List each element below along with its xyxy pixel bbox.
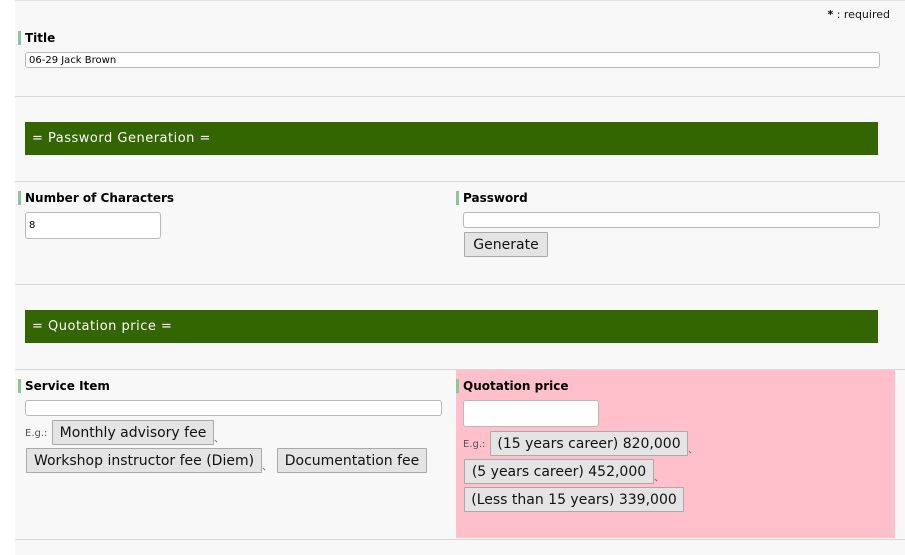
example-workshop-instructor-fee-button[interactable]: Workshop instructor fee (Diem) bbox=[26, 448, 262, 473]
separator: 、 bbox=[262, 462, 272, 473]
separator: 、 bbox=[214, 434, 224, 445]
number-of-characters-label: Number of Characters bbox=[18, 191, 174, 205]
divider bbox=[15, 284, 905, 285]
service-example-prefix: E.g.: bbox=[25, 428, 48, 439]
password-generation-heading: = Password Generation = bbox=[25, 122, 878, 155]
example-less-than-15-years-price-button[interactable]: (Less than 15 years) 339,000 bbox=[464, 487, 684, 512]
required-note: * : required bbox=[827, 8, 890, 21]
service-item-label: Service Item bbox=[18, 379, 110, 393]
example-monthly-advisory-fee-button[interactable]: Monthly advisory fee bbox=[52, 420, 214, 445]
example-documentation-fee-button[interactable]: Documentation fee bbox=[277, 448, 427, 473]
number-of-characters-input[interactable] bbox=[25, 212, 161, 239]
quotation-price-label: Quotation price bbox=[456, 379, 569, 393]
example-5-years-career-price-button[interactable]: (5 years career) 452,000 bbox=[464, 459, 654, 484]
required-star: * bbox=[827, 8, 834, 21]
password-label: Password bbox=[456, 191, 528, 205]
separator: 、 bbox=[688, 445, 698, 456]
password-input[interactable] bbox=[463, 212, 880, 228]
quotation-price-input[interactable] bbox=[463, 400, 599, 427]
left-margin bbox=[0, 0, 15, 555]
separator: 、 bbox=[654, 473, 664, 484]
required-text: : required bbox=[836, 8, 890, 21]
price-example-prefix: E.g.: bbox=[463, 439, 486, 450]
divider bbox=[15, 181, 905, 182]
quotation-price-heading: = Quotation price = bbox=[25, 310, 878, 343]
title-input[interactable] bbox=[25, 52, 880, 68]
top-border bbox=[15, 0, 905, 1]
service-item-input[interactable] bbox=[25, 400, 442, 416]
divider bbox=[15, 96, 905, 97]
divider bbox=[15, 539, 905, 540]
generate-button[interactable]: Generate bbox=[464, 232, 548, 257]
example-15-years-career-price-button[interactable]: (15 years career) 820,000 bbox=[490, 431, 688, 456]
title-label: Title bbox=[18, 31, 55, 45]
